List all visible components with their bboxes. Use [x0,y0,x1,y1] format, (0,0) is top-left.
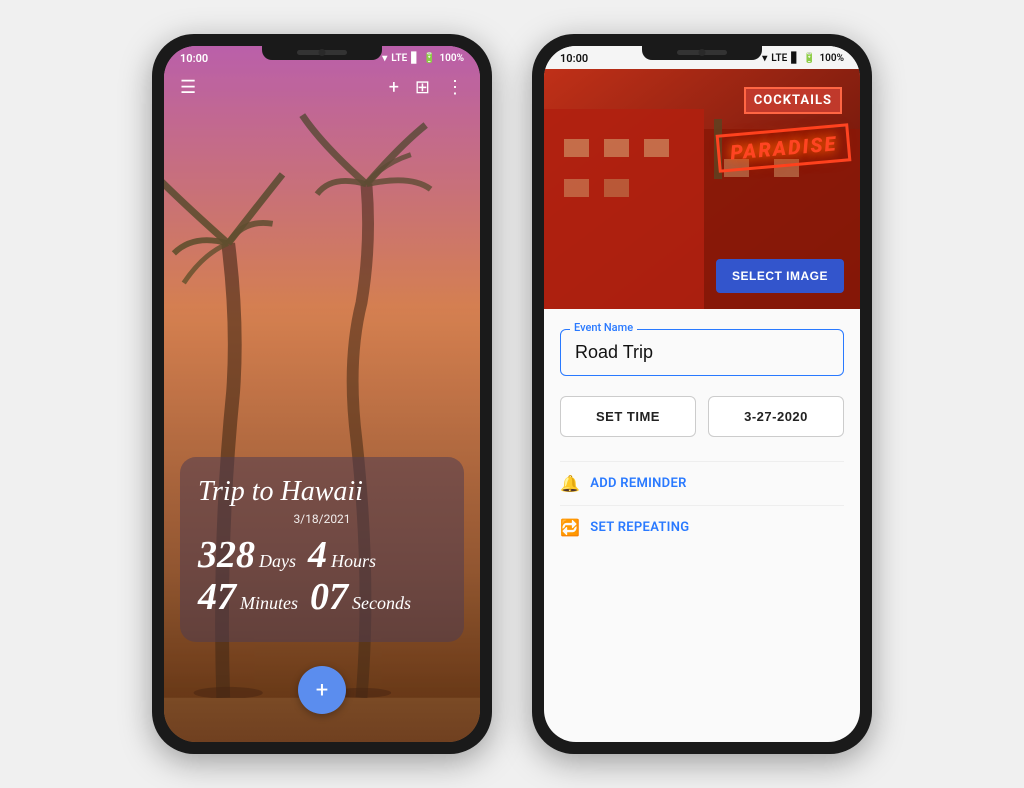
lte-label-2: LTE [771,53,787,64]
divider-1 [560,461,844,462]
divider-2 [560,505,844,506]
seconds-number: 07 [310,578,348,616]
grid-icon[interactable]: ⊞ [415,77,430,98]
add-icon[interactable]: + [389,77,399,98]
battery-label-2: 100% [819,53,844,64]
hours-number: 4 [308,536,327,574]
days-number: 328 [198,536,255,574]
hours-label: Hours [331,551,376,572]
event-date: 3/18/2021 [198,512,446,526]
fab-icon: + [316,678,328,703]
time-display-2: 10:00 [560,52,588,65]
date-button[interactable]: 3-27-2020 [708,396,844,437]
more-icon[interactable]: ⋮ [446,77,464,98]
days-label: Days [259,551,296,572]
edit-form: Event Name SET TIME 3-27-2020 🔔 ADD REMI… [544,309,860,567]
toolbar: ☰ + ⊞ ⋮ [164,69,480,106]
set-time-button[interactable]: SET TIME [560,396,696,437]
cocktails-sign: COCKTAILS [744,87,842,114]
add-reminder-label: ADD REMINDER [590,476,686,491]
minutes-label: Minutes [240,593,298,614]
set-repeating-label: SET REPEATING [590,520,689,535]
front-camera [319,49,326,56]
fab-button[interactable]: + [298,666,346,714]
battery-label: 100% [439,53,464,64]
seconds-row: 47 Minutes 07 Seconds [198,578,446,616]
signal-icon: ▋ [411,53,419,64]
event-name-input[interactable] [560,329,844,376]
battery-icon-2: 🔋 [803,53,815,64]
lte-label: LTE [391,53,407,64]
bell-icon: 🔔 [560,474,580,493]
battery-icon: 🔋 [423,53,435,64]
phone-2: 10:00 ▾ LTE ▋ 🔋 100% [532,34,872,754]
seconds-label: Seconds [352,593,411,614]
repeat-icon: 🔁 [560,518,580,537]
countdown-card: Trip to Hawaii 3/18/2021 328 Days 4 Hour… [180,457,464,642]
time-row: SET TIME 3-27-2020 [560,396,844,437]
minutes-number: 47 [198,578,236,616]
hero-image: COCKTAILS PARADISE SELECT IMAGE [544,69,860,309]
menu-icon[interactable]: ☰ [180,77,196,98]
front-camera-2 [699,49,706,56]
add-reminder-row[interactable]: 🔔 ADD REMINDER [560,464,844,503]
select-image-button[interactable]: SELECT IMAGE [716,259,844,293]
signal-icon-2: ▋ [791,53,799,64]
event-name-label: Event Name [570,321,637,334]
wifi-icon-2: ▾ [762,53,767,64]
phone-1: 10:00 ▾ LTE ▋ 🔋 100% ☰ + ⊞ ⋮ Trip to Haw… [152,34,492,754]
days-row: 328 Days 4 Hours [198,536,446,574]
wifi-icon: ▾ [382,53,387,64]
event-title: Trip to Hawaii [198,477,446,508]
event-name-field-group: Event Name [560,329,844,376]
time-display: 10:00 [180,52,208,65]
set-repeating-row[interactable]: 🔁 SET REPEATING [560,508,844,547]
